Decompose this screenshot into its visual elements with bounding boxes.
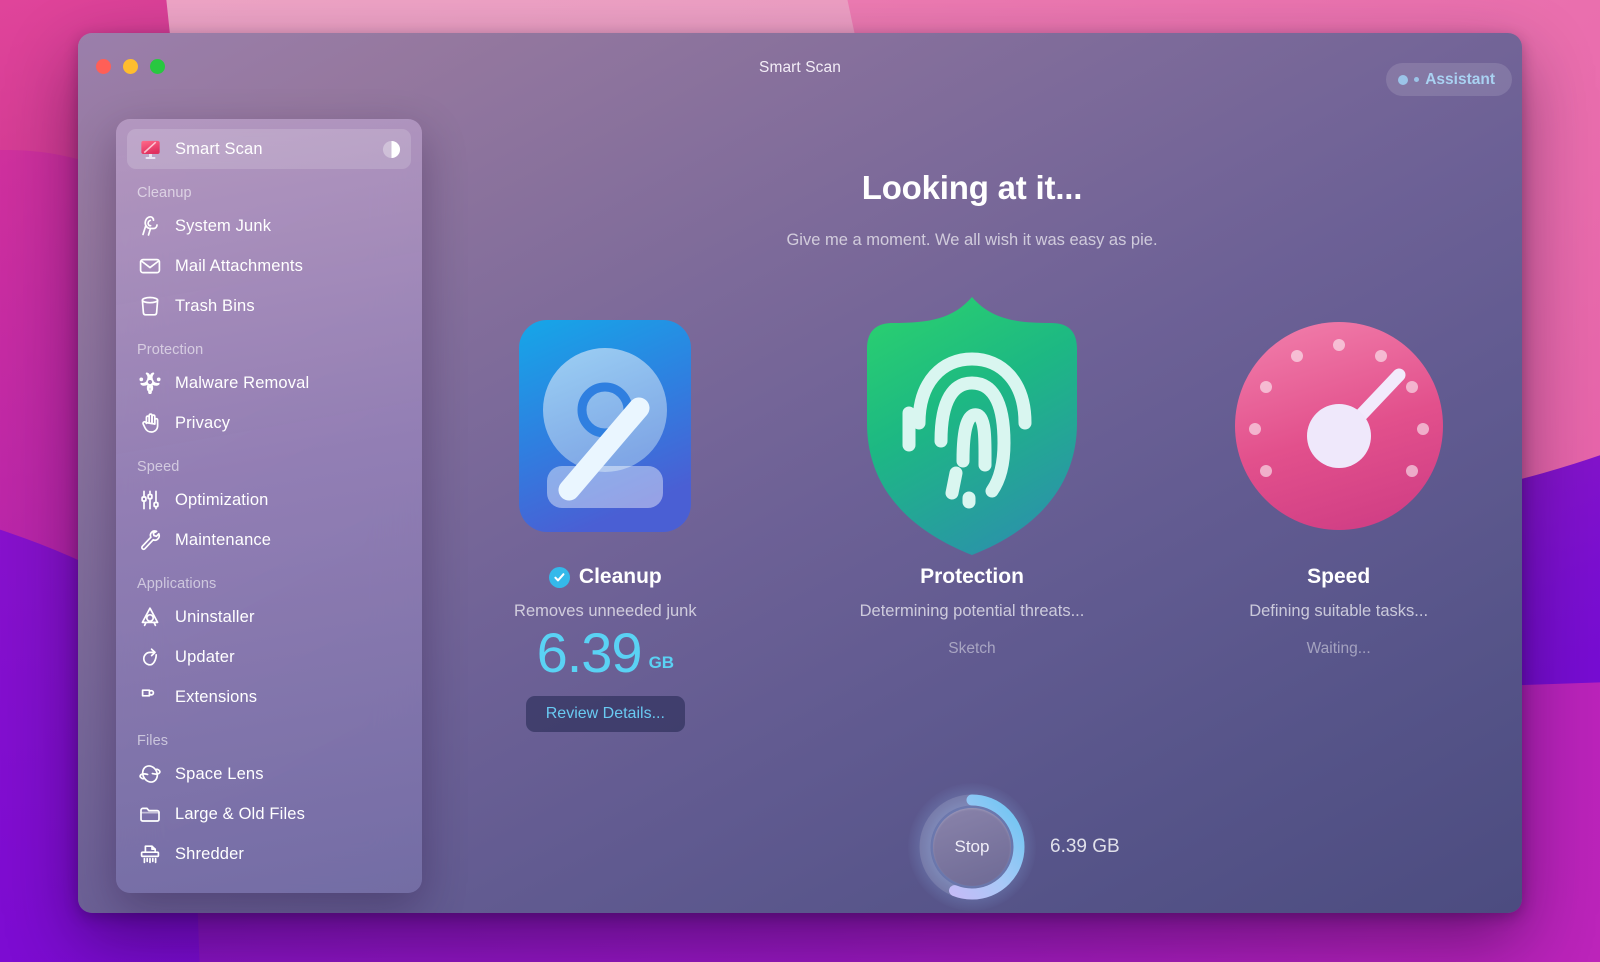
page-headline: Looking at it... — [861, 169, 1083, 206]
app-store-icon — [137, 604, 163, 630]
module-protection-header: Protection — [920, 565, 1024, 589]
sidebar-item-shredder[interactable]: Shredder — [127, 834, 411, 874]
planet-icon — [137, 761, 163, 787]
sidebar-item-uninstaller[interactable]: Uninstaller — [127, 597, 411, 637]
sidebar-item-smart-scan[interactable]: Smart Scan — [127, 129, 411, 169]
sliders-icon — [137, 487, 163, 513]
puzzle-piece-icon — [137, 684, 163, 710]
scan-modules: Cleanup Removes unneeded junk 6.39 GB Re… — [422, 291, 1522, 732]
sidebar-item-label: Uninstaller — [175, 607, 255, 626]
folder-icon — [137, 801, 163, 827]
module-cleanup-size: 6.39 GB — [537, 625, 675, 681]
sidebar-item-label: Smart Scan — [175, 139, 263, 158]
biohazard-icon — [137, 370, 163, 396]
sidebar-item-label: Trash Bins — [175, 296, 255, 315]
module-protection: Protection Determining potential threats… — [792, 291, 1152, 658]
sidebar-group-protection: Protection — [137, 342, 204, 358]
assistant-button-label: Assistant — [1425, 70, 1495, 88]
sidebar-item-label: Mail Attachments — [175, 256, 304, 275]
scan-footer: Stop 6.39 GB — [422, 783, 1522, 911]
sidebar-item-label: Updater — [175, 647, 235, 666]
assistant-dot-large-icon — [1398, 74, 1409, 85]
envelope-icon — [137, 253, 163, 279]
module-protection-title: Protection — [920, 565, 1024, 588]
sidebar-item-malware-removal[interactable]: Malware Removal — [127, 363, 411, 403]
module-cleanup: Cleanup Removes unneeded junk 6.39 GB Re… — [425, 291, 785, 732]
sidebar-item-label: Maintenance — [175, 530, 272, 549]
sidebar-item-system-junk[interactable]: System Junk — [127, 206, 411, 246]
sidebar-item-extensions[interactable]: Extensions — [127, 677, 411, 717]
desktop-wallpaper: Smart Scan Assistant Looking at it... Gi… — [0, 0, 1600, 962]
sidebar-item-label: System Junk — [175, 216, 272, 235]
hand-icon — [137, 410, 163, 436]
cleanup-size-unit: GB — [648, 653, 675, 672]
sidebar-item-privacy[interactable]: Privacy — [127, 403, 411, 443]
broom-icon — [137, 213, 163, 239]
sidebar-item-label: Space Lens — [175, 764, 264, 783]
monitor-scan-icon — [137, 136, 163, 162]
review-details-button[interactable]: Review Details... — [525, 696, 685, 732]
module-cleanup-title: Cleanup — [578, 565, 662, 588]
page-subheadline: Give me a moment. We all wish it was eas… — [786, 231, 1158, 249]
sidebar-item-label: Malware Removal — [175, 373, 310, 392]
module-speed: Speed Defining suitable tasks... Waiting… — [1159, 291, 1519, 658]
stop-button-label: Stop — [954, 837, 990, 856]
wrench-icon — [137, 527, 163, 553]
assistant-button[interactable]: Assistant — [1386, 63, 1512, 96]
half-circle-progress-icon — [382, 140, 401, 159]
stop-scan-button[interactable]: Stop — [933, 808, 1011, 886]
scan-total-size: 6.39 GB — [1050, 836, 1120, 857]
sidebar-item-updater[interactable]: Updater — [127, 637, 411, 677]
sidebar: Smart Scan Cleanup System Junk Mail Atta… — [116, 119, 422, 893]
module-speed-description: Defining suitable tasks... — [1249, 602, 1429, 620]
sidebar-item-optimization[interactable]: Optimization — [127, 480, 411, 520]
sidebar-item-label: Shredder — [175, 844, 245, 863]
module-cleanup-description: Removes unneeded junk — [514, 602, 697, 620]
checkmark-icon — [548, 566, 570, 588]
sidebar-group-files: Files — [137, 733, 169, 749]
window-title: Smart Scan — [759, 59, 841, 76]
sidebar-group-applications: Applications — [137, 576, 217, 592]
sidebar-group-speed: Speed — [137, 459, 180, 475]
sidebar-item-trash-bins[interactable]: Trash Bins — [127, 286, 411, 326]
title-bar: Smart Scan Assistant — [78, 33, 1522, 101]
module-protection-description: Determining potential threats... — [859, 602, 1085, 620]
speed-gauge-icon — [1233, 291, 1445, 561]
sidebar-item-label: Optimization — [175, 490, 269, 509]
scan-progress-ring: Stop — [908, 783, 1036, 911]
sidebar-group-cleanup: Cleanup — [137, 185, 192, 201]
cleanup-size-value: 6.39 — [536, 621, 643, 684]
trash-bin-icon — [137, 293, 163, 319]
module-protection-status: Sketch — [948, 640, 996, 657]
sidebar-item-label: Extensions — [175, 687, 258, 706]
main-content: Looking at it... Give me a moment. We al… — [422, 101, 1522, 913]
sidebar-item-mail-attachments[interactable]: Mail Attachments — [127, 246, 411, 286]
sidebar-item-maintenance[interactable]: Maintenance — [127, 520, 411, 560]
sidebar-item-label: Large & Old Files — [175, 804, 306, 823]
sidebar-item-space-lens[interactable]: Space Lens — [127, 754, 411, 794]
hard-drive-icon — [517, 291, 693, 561]
module-cleanup-header: Cleanup — [548, 565, 662, 589]
shield-fingerprint-icon — [849, 291, 1095, 561]
module-speed-header: Speed — [1307, 565, 1370, 589]
assistant-dot-small-icon — [1414, 77, 1420, 82]
sidebar-item-large-old-files[interactable]: Large & Old Files — [127, 794, 411, 834]
sidebar-item-label: Privacy — [175, 413, 231, 432]
app-window: Smart Scan Assistant Looking at it... Gi… — [78, 33, 1522, 913]
refresh-arrow-icon — [137, 644, 163, 670]
module-speed-status: Waiting... — [1306, 640, 1371, 657]
module-speed-title: Speed — [1307, 565, 1371, 588]
shredder-icon — [137, 841, 163, 867]
